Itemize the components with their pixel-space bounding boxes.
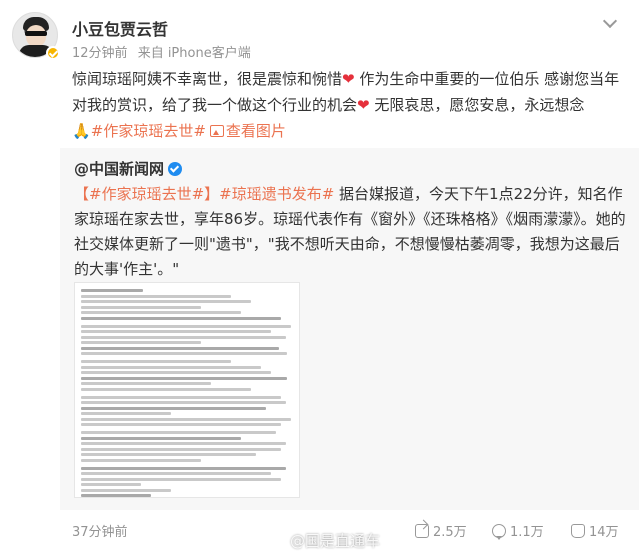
image-text-line <box>81 436 241 440</box>
image-text-line <box>81 477 281 481</box>
repost-image[interactable] <box>74 282 300 498</box>
post-source: 来自 iPhone客户端 <box>137 46 251 61</box>
image-text-line <box>81 300 251 303</box>
post-text: 惊闻琼瑶阿姨不幸离世，很是震惊和惋惜❤ 作为生命中重要的一位伯乐 感谢您当年对我… <box>72 66 627 144</box>
image-text-line <box>81 330 271 333</box>
image-text-line <box>81 371 271 374</box>
view-images-link[interactable]: 查看图片 <box>226 122 286 140</box>
post-meta: 12分钟前 来自 iPhone客户端 <box>72 42 257 61</box>
image-text-line <box>81 360 231 363</box>
image-text-line <box>81 395 281 399</box>
image-text-line <box>81 335 286 339</box>
image-text-line <box>81 305 201 309</box>
verified-blue-icon <box>168 162 183 176</box>
image-text-line <box>81 483 141 486</box>
post-text-part3: 无限哀思，愿您安息，永远想念 <box>369 96 585 114</box>
share-count: 2.5万 <box>433 525 467 540</box>
post-time[interactable]: 12分钟前 <box>72 46 128 61</box>
comment-button[interactable]: 1.1万 <box>492 521 544 540</box>
share-button[interactable]: 2.5万 <box>415 521 467 540</box>
image-text-line <box>81 289 143 292</box>
image-text-line <box>81 294 231 298</box>
image-text-line <box>81 472 271 475</box>
image-text-line <box>81 316 281 320</box>
praying-hands-icon: 🙏 <box>72 122 91 140</box>
repost-card[interactable]: @中国新闻网 【#作家琼瑶去世#】#琼瑶遗书发布# 据台媒报道，今天下午1点22… <box>60 148 639 510</box>
image-text-line <box>81 324 291 328</box>
repost-text: 【#作家琼瑶去世#】#琼瑶遗书发布# 据台媒报道，今天下午1点22分许，知名作家… <box>74 182 629 282</box>
image-text-line <box>81 382 211 385</box>
image-text-line <box>81 466 286 470</box>
repost-author-name[interactable]: @中国新闻网 <box>74 160 164 178</box>
image-text-line <box>81 453 256 456</box>
like-count: 14万 <box>589 525 619 540</box>
post-text-part1: 惊闻琼瑶阿姨不幸离世，很是震惊和惋惜 <box>72 70 343 88</box>
comment-count: 1.1万 <box>510 525 544 540</box>
repost-tag1[interactable]: 【#作家琼瑶去世#】 <box>74 185 219 203</box>
repost-time[interactable]: 37分钟前 <box>72 521 128 540</box>
image-icon <box>209 125 224 137</box>
avatar-face <box>26 25 46 47</box>
watermark: @国是直通车 <box>290 532 381 550</box>
image-text-line <box>81 401 286 404</box>
image-text-line <box>81 341 201 344</box>
like-icon <box>571 524 585 538</box>
heart-icon: ❤ <box>342 70 355 88</box>
image-text-line <box>81 442 286 445</box>
image-text-line <box>81 494 151 497</box>
image-text-line <box>81 406 266 410</box>
comment-icon <box>492 524 506 540</box>
image-text-line <box>81 458 201 462</box>
image-text-line <box>81 431 276 434</box>
image-text-line <box>81 423 281 426</box>
image-text-line <box>81 412 171 415</box>
post-header: 小豆包贾云哲 12分钟前 来自 iPhone客户端 <box>12 10 627 61</box>
share-icon <box>415 524 429 538</box>
repost-tag2[interactable]: #琼瑶遗书发布# <box>219 185 334 203</box>
repost-author[interactable]: @中国新闻网 <box>74 158 183 179</box>
image-text-line <box>81 365 261 369</box>
avatar-glasses <box>25 31 47 36</box>
image-text-line <box>81 352 287 355</box>
topic-tag[interactable]: #作家琼瑶去世# <box>91 122 206 140</box>
image-text-line <box>81 488 171 492</box>
image-text-line <box>81 376 287 380</box>
heart-icon: ❤ <box>357 96 370 114</box>
like-button[interactable]: 14万 <box>571 521 619 540</box>
image-text-line <box>81 417 291 421</box>
image-text-line <box>81 346 279 350</box>
image-text-line <box>81 447 281 451</box>
image-text-line <box>81 311 241 314</box>
username[interactable]: 小豆包贾云哲 <box>72 16 168 40</box>
verified-badge-icon <box>46 46 60 60</box>
image-text-line <box>81 387 251 391</box>
chevron-down-icon[interactable] <box>603 14 619 28</box>
